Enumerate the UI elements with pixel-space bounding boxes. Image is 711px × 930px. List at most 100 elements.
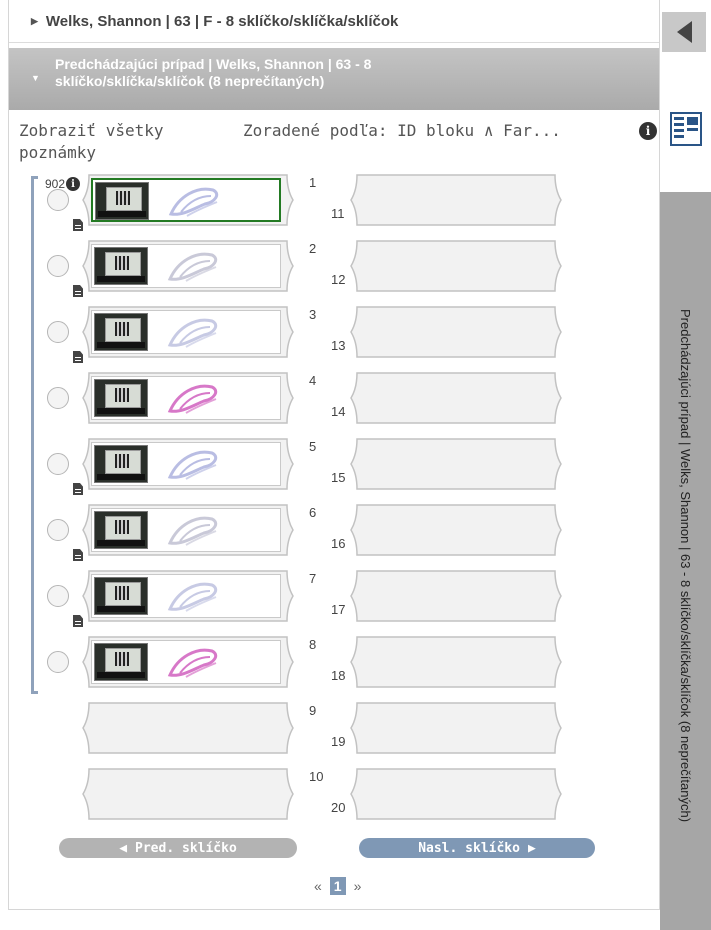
previous-slide-label: Pred. sklíčko [135, 840, 237, 856]
slide-thumbnail[interactable] [91, 640, 281, 684]
empty-slide-slot[interactable] [349, 172, 563, 228]
show-notes-text-2: poznámky [19, 143, 97, 162]
tray-toolbar: Zobraziť všetky poznámky Zoradené podľa:… [9, 118, 659, 170]
previous-case-title-line2: sklíčko/sklíčka/sklíčok (8 neprečítaných… [55, 73, 325, 89]
slide-slot[interactable] [81, 172, 295, 228]
slide-label-image [94, 511, 148, 549]
slide-label-image [94, 313, 148, 351]
slide-radio[interactable] [47, 255, 69, 277]
slide-radio[interactable] [47, 321, 69, 343]
tissue-image [167, 252, 218, 282]
slide-label-image [94, 379, 148, 417]
note-icon[interactable] [73, 219, 83, 231]
slot-number: 8 [309, 637, 317, 652]
slide-radio[interactable] [47, 189, 69, 211]
side-tab-label: Predchádzajúci prípad | Welks, Shannon |… [678, 309, 693, 823]
empty-slide-slot[interactable] [349, 502, 563, 558]
slide-radio[interactable] [47, 453, 69, 475]
slot-number: 10 [309, 769, 324, 784]
slide-thumbnail[interactable] [91, 574, 281, 618]
slide-slot[interactable] [81, 436, 295, 492]
empty-slide-slot[interactable] [81, 700, 295, 756]
empty-slide-slot[interactable] [349, 700, 563, 756]
sort-dropdown[interactable]: Zoradené podľa: ID bloku ∧ Far... [243, 120, 561, 142]
slide-slot[interactable] [81, 502, 295, 558]
current-page[interactable]: 1 [329, 877, 346, 895]
block-bracket [31, 176, 38, 694]
empty-slide-slot[interactable] [349, 766, 563, 822]
slide-slot[interactable] [81, 370, 295, 426]
slot-number: 7 [309, 571, 317, 586]
slide-thumbnail[interactable] [91, 178, 281, 222]
previous-case-title-line1: Predchádzajúci prípad | Welks, Shannon |… [55, 56, 372, 72]
next-slide-button[interactable]: Nasl. sklíčko ▶ [359, 838, 595, 858]
empty-slide-slot[interactable] [349, 304, 563, 360]
slot-number: 11 [331, 206, 345, 221]
empty-slide-slot[interactable] [349, 568, 563, 624]
empty-slide-slot[interactable] [349, 436, 563, 492]
slide-label-image [94, 247, 148, 285]
empty-slide-slot[interactable] [349, 370, 563, 426]
slide-label-image [94, 577, 148, 615]
tissue-image [167, 318, 218, 348]
slide-thumbnail[interactable] [91, 376, 281, 420]
slide-thumbnail[interactable] [91, 310, 281, 354]
slide-radio[interactable] [47, 387, 69, 409]
previous-case-header[interactable]: ▼ Predchádzajúci prípad | Welks, Shannon… [9, 48, 659, 110]
pagination: « 1 » [314, 877, 361, 895]
slot-number: 19 [331, 734, 346, 749]
slot-number: 1 [309, 175, 317, 190]
slide-radio[interactable] [47, 651, 69, 673]
next-slide-label: Nasl. sklíčko [418, 840, 520, 856]
show-all-notes-link[interactable]: Zobraziť všetky poznámky [19, 120, 229, 164]
triangle-left-icon [676, 21, 692, 43]
slot-number: 3 [309, 307, 317, 322]
case-header[interactable]: ▶ Welks, Shannon | 63 | F - 8 sklíčko/sk… [9, 0, 659, 43]
first-page-link[interactable]: « [314, 878, 322, 894]
block-info-icon[interactable]: i [66, 177, 81, 191]
tissue-image [167, 450, 218, 480]
slide-radio[interactable] [47, 519, 69, 541]
slide-label-image [94, 643, 148, 681]
tissue-image [167, 582, 218, 612]
tissue-image [167, 384, 218, 414]
last-page-link[interactable]: » [354, 878, 362, 894]
tissue-image [167, 648, 218, 678]
slide-label-image [95, 182, 149, 220]
slide-thumbnail[interactable] [91, 244, 281, 288]
slide-tray-panel: ▶ Welks, Shannon | 63 | F - 8 sklíčko/sk… [8, 0, 660, 910]
slide-slot[interactable] [81, 634, 295, 690]
slide-thumbnail[interactable] [91, 508, 281, 552]
slide-label-image [94, 445, 148, 483]
slot-number: 4 [309, 373, 317, 388]
sort-info-icon[interactable]: i [639, 122, 657, 140]
slot-number: 5 [309, 439, 317, 454]
previous-slide-button[interactable]: ◀ Pred. sklíčko [59, 838, 297, 858]
slot-number: 17 [331, 602, 346, 617]
empty-slide-slot[interactable] [349, 238, 563, 294]
layout-toggle-icon[interactable] [670, 112, 702, 146]
slot-number: 6 [309, 505, 317, 520]
arrow-left-icon: ◀ [119, 840, 128, 856]
arrow-right-icon: ▶ [527, 840, 536, 856]
slot-number: 12 [331, 272, 346, 287]
slide-slot[interactable] [81, 238, 295, 294]
show-notes-text-1: Zobraziť všetky [19, 121, 164, 140]
slide-radio[interactable] [47, 585, 69, 607]
slot-number: 15 [331, 470, 346, 485]
slide-thumbnail[interactable] [91, 442, 281, 486]
slide-slot[interactable] [81, 304, 295, 360]
expand-caret-icon: ▶ [31, 15, 38, 26]
slot-number: 2 [309, 241, 317, 256]
empty-slide-slot[interactable] [349, 634, 563, 690]
slot-number: 13 [331, 338, 346, 353]
tissue-image [167, 516, 218, 546]
collapse-caret-icon: ▼ [31, 73, 40, 83]
block-id-label: 902 i [45, 177, 81, 191]
empty-slide-slot[interactable] [81, 766, 295, 822]
previous-case-side-tab[interactable]: Predchádzajúci prípad | Welks, Shannon |… [660, 192, 711, 930]
slide-slot[interactable] [81, 568, 295, 624]
collapse-panel-button[interactable] [662, 12, 706, 52]
slot-number: 18 [331, 668, 346, 683]
slot-number: 20 [331, 800, 346, 815]
